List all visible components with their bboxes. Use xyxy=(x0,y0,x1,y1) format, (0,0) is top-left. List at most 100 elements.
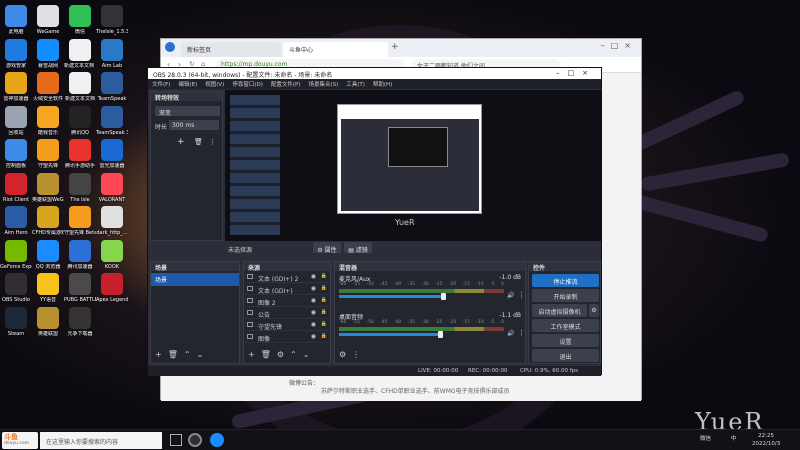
desktop-icon[interactable]: 微信 xyxy=(64,5,96,35)
maximize-icon[interactable]: □ xyxy=(611,41,625,50)
control-button-5[interactable]: 退出 xyxy=(532,349,599,362)
obs-menu-item[interactable]: 工具(T) xyxy=(346,82,365,88)
filters-button[interactable]: ▤ 滤镜 xyxy=(344,242,372,254)
volume-slider-handle[interactable] xyxy=(438,331,443,338)
gear-icon[interactable]: ⚙ xyxy=(589,304,599,317)
desktop-icon[interactable]: TeamSpeak 3 xyxy=(96,105,128,136)
obs-preview[interactable]: YueR xyxy=(225,90,601,241)
add-transition-icon[interactable]: + xyxy=(177,137,185,147)
desktop-icon[interactable]: WeGame xyxy=(32,5,64,35)
task-view-icon[interactable] xyxy=(170,434,182,446)
control-button-0[interactable]: 停止推流 xyxy=(532,274,599,287)
volume-slider-handle[interactable] xyxy=(441,293,447,300)
minimize-icon[interactable]: – xyxy=(556,69,568,77)
desktop-icon[interactable]: 火绒安全软件 xyxy=(32,72,64,102)
properties-button[interactable]: ⚙ 属性 xyxy=(313,242,341,254)
source-item[interactable]: 图像 ◉ 🔒 xyxy=(244,331,330,343)
scene-item[interactable]: 场景 xyxy=(151,273,239,286)
obs-menu-item[interactable]: 停靠窗口(D) xyxy=(232,82,263,88)
minimize-icon[interactable]: – xyxy=(601,41,611,50)
remove-icon[interactable]: 🗑 xyxy=(261,350,271,359)
desktop-icon[interactable]: GeForce Experience xyxy=(0,239,32,270)
lock-icon[interactable]: 🔒 xyxy=(321,285,327,291)
desktop-icon[interactable]: 雷神加速器 xyxy=(0,72,32,102)
source-item[interactable]: 文本 (GDI+) 2 ◉ 🔒 xyxy=(244,271,330,283)
visibility-eye-icon[interactable]: ◉ xyxy=(311,273,316,280)
desktop-icon[interactable]: CFHD专属游戏大厅 xyxy=(32,206,64,236)
speaker-icon[interactable]: 🔊 xyxy=(507,330,514,337)
desktop-icon[interactable]: 游戏管家 xyxy=(0,38,32,69)
desktop-icon[interactable]: Apex Legends xyxy=(96,273,128,303)
move-up-icon[interactable]: ⌃ xyxy=(290,350,297,359)
more-icon[interactable]: ⋮ xyxy=(352,350,360,359)
desktop-icon[interactable]: 新建文本文档 xyxy=(64,72,96,102)
move-down-icon[interactable]: ⌄ xyxy=(303,350,310,359)
obs-menu-item[interactable]: 帮助(H) xyxy=(373,82,392,88)
desktop-icon[interactable]: 控制面板 xyxy=(0,139,32,169)
source-item[interactable]: 文本 (GDI+) ◉ 🔒 xyxy=(244,283,330,295)
obs-menu-item[interactable]: 文件(F) xyxy=(152,82,170,88)
desktop-icon[interactable]: 暴雪战网 xyxy=(32,38,64,69)
control-button-3[interactable]: 工作室模式 xyxy=(532,319,599,332)
lock-icon[interactable]: 🔒 xyxy=(321,273,327,279)
desktop-icon[interactable]: QQ 浏览器 xyxy=(32,239,64,270)
lock-icon[interactable]: 🔒 xyxy=(321,333,327,339)
desktop-icon[interactable]: 腾讯加速器 xyxy=(64,239,96,270)
source-item[interactable]: 守望先锋 ◉ 🔒 xyxy=(244,319,330,331)
lock-icon[interactable]: 🔒 xyxy=(321,309,327,315)
move-up-icon[interactable]: ⌃ xyxy=(184,350,191,359)
taskbar-obs-icon[interactable] xyxy=(188,433,202,447)
close-icon[interactable]: × xyxy=(582,69,596,77)
remove-icon[interactable]: 🗑 xyxy=(168,350,178,359)
browser-tab-new[interactable]: 新标签页 xyxy=(181,42,281,57)
desktop-icon[interactable]: 守望先锋 xyxy=(32,139,64,169)
desktop-icon[interactable]: 元争下载器 xyxy=(64,306,96,337)
source-item[interactable]: 公告 ◉ 🔒 xyxy=(244,307,330,319)
desktop-icon[interactable]: 此电脑 xyxy=(0,5,32,35)
ime-indicator[interactable]: 中 xyxy=(731,436,737,442)
visibility-eye-icon[interactable]: ◉ xyxy=(311,333,316,340)
desktop-icon[interactable]: Aim Hero xyxy=(0,206,32,236)
desktop-icon[interactable]: OBS Studio xyxy=(0,273,32,303)
desktop-icon[interactable]: 腾讯QQ xyxy=(64,105,96,136)
lock-icon[interactable]: 🔒 xyxy=(321,297,327,303)
desktop-icon[interactable]: KOOK xyxy=(96,239,128,270)
visibility-eye-icon[interactable]: ◉ xyxy=(311,285,316,292)
desktop-icon[interactable]: dark_http_... xyxy=(96,206,128,236)
remove-transition-icon[interactable]: 🗑 xyxy=(194,138,203,146)
move-down-icon[interactable]: ⌄ xyxy=(197,350,204,359)
browser-tab-douyu[interactable]: 斗鱼中心 xyxy=(283,42,388,57)
lock-icon[interactable]: 🔒 xyxy=(321,321,327,327)
duration-input[interactable]: 300 ms xyxy=(169,120,219,130)
transition-settings-icon[interactable]: ⋮ xyxy=(209,138,216,146)
desktop-icon[interactable]: 新建文本文档 (2) xyxy=(64,38,96,69)
wechat-tray-label[interactable]: 微信 xyxy=(700,436,711,442)
gear-icon[interactable]: ⚙ xyxy=(339,350,346,359)
desktop-icon[interactable]: 英雄联盟WeGame版 xyxy=(32,172,64,203)
desktop-icon[interactable]: YY语音 xyxy=(32,273,64,303)
visibility-eye-icon[interactable]: ◉ xyxy=(311,297,316,304)
add-icon[interactable]: + xyxy=(155,350,162,359)
visibility-eye-icon[interactable]: ◉ xyxy=(311,309,316,316)
desktop-icon[interactable]: TheIsle_1.5.3快捷方式 xyxy=(96,5,128,35)
douyu-logo[interactable]: 斗鱼 douyu.com xyxy=(2,432,38,449)
desktop-icon[interactable]: Riot Client xyxy=(0,172,32,203)
speaker-icon[interactable]: 🔊 xyxy=(507,292,514,299)
control-button-2[interactable]: 启动虚拟摄像机 xyxy=(532,304,587,317)
add-icon[interactable]: + xyxy=(248,350,255,359)
close-icon[interactable]: × xyxy=(624,41,637,50)
transition-select[interactable]: 渐变 xyxy=(155,106,220,117)
more-icon[interactable]: ⋮ xyxy=(518,329,525,337)
maximize-icon[interactable]: □ xyxy=(568,69,583,77)
desktop-icon[interactable]: 雷光加速器 xyxy=(96,139,128,169)
desktop-icon[interactable]: 酷我音乐 xyxy=(32,105,64,136)
obs-menu-item[interactable]: 配置文件(P) xyxy=(271,82,301,88)
taskbar-browser-icon[interactable] xyxy=(210,433,224,447)
desktop-icon[interactable]: 英雄联盟 xyxy=(32,306,64,337)
desktop-icon[interactable]: 守望先锋 Beta xyxy=(64,206,96,236)
desktop-icon[interactable]: 腾讯手游助手 xyxy=(64,139,96,169)
taskbar-search[interactable]: 在这里输入你要搜索的内容 xyxy=(40,432,162,449)
gear-icon[interactable]: ⚙ xyxy=(277,350,284,359)
clock[interactable]: 22:25 2022/10/3 xyxy=(752,432,780,448)
obs-menu-item[interactable]: 视图(V) xyxy=(205,82,224,88)
